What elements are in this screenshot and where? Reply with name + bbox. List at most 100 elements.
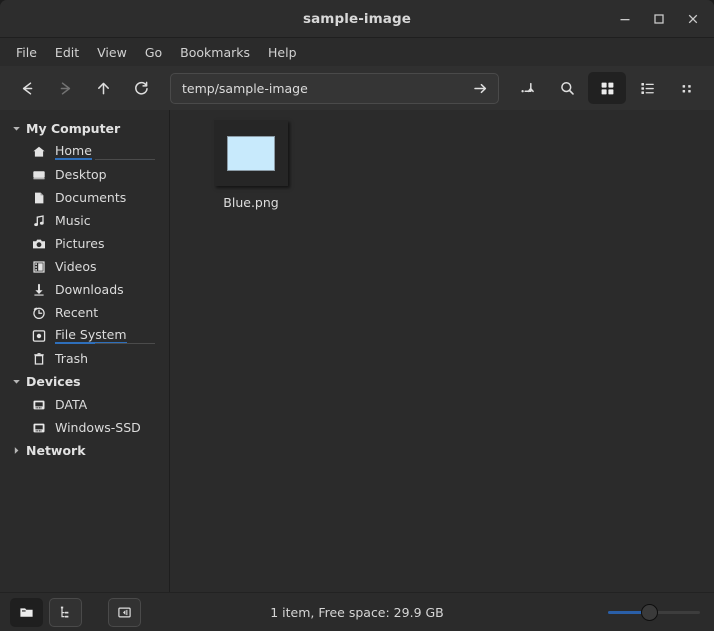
- chevron-down-icon: [8, 123, 24, 134]
- download-arrow-icon: [30, 283, 47, 297]
- drive-icon: [30, 421, 47, 435]
- sidebar-item-label: Desktop: [55, 167, 107, 182]
- path-bar[interactable]: temp/sample-image: [170, 72, 499, 104]
- list-view-button[interactable]: [628, 72, 666, 104]
- sidebar-item-windows-ssd[interactable]: Windows-SSD: [0, 416, 169, 439]
- music-note-icon: [30, 214, 47, 228]
- search-button[interactable]: [548, 72, 586, 104]
- minimize-button[interactable]: [608, 4, 642, 34]
- sidebar-item-desktop[interactable]: Desktop: [0, 163, 169, 186]
- grid-view-icon: [601, 82, 613, 94]
- compact-view-button[interactable]: [668, 72, 706, 104]
- maximize-icon: [654, 14, 664, 24]
- statusbar: 1 item, Free space: 29.9 GB: [0, 592, 714, 631]
- toggle-sidebar-button[interactable]: [108, 597, 141, 627]
- sidebar-item-pictures[interactable]: Pictures: [0, 232, 169, 255]
- sidebar-group-label: Network: [26, 443, 86, 458]
- sidebar-item-music[interactable]: Music: [0, 209, 169, 232]
- sidebar-item-label: DATA: [55, 397, 88, 412]
- maximize-button[interactable]: [642, 4, 676, 34]
- reload-button[interactable]: [122, 72, 160, 104]
- menu-go[interactable]: Go: [136, 42, 171, 63]
- slider-handle[interactable]: [641, 603, 659, 621]
- arrow-right-icon: [473, 83, 486, 93]
- menubar: File Edit View Go Bookmarks Help: [0, 38, 714, 66]
- toolbar-right-group: [508, 72, 706, 104]
- search-icon: [560, 81, 574, 95]
- open-terminal-button[interactable]: [508, 72, 546, 104]
- arrow-right-icon: [60, 81, 70, 95]
- sidebar-item-downloads[interactable]: Downloads: [0, 278, 169, 301]
- sidebar-item-documents[interactable]: Documents: [0, 186, 169, 209]
- file-list-view[interactable]: Blue.png: [170, 110, 714, 592]
- sidebar-group-network[interactable]: Network: [0, 439, 169, 462]
- content-area: My Computer Home Desktop Documents Music…: [0, 110, 714, 592]
- home-icon: [30, 145, 47, 159]
- trash-icon: [30, 352, 47, 366]
- path-input[interactable]: temp/sample-image: [182, 81, 470, 96]
- file-manager-window: sample-image File Edit View Go Bookmarks…: [0, 0, 714, 631]
- tree-view-button[interactable]: [49, 597, 82, 627]
- forward-button[interactable]: [46, 72, 84, 104]
- sidebar-item-data[interactable]: DATA: [0, 393, 169, 416]
- drive-icon: [30, 398, 47, 412]
- window-controls: [608, 0, 710, 38]
- chevron-right-icon: [8, 445, 24, 456]
- compact-view-icon: [682, 84, 691, 92]
- close-icon: [688, 14, 698, 24]
- sidebar-item-label: Pictures: [55, 236, 105, 251]
- sidebar-item-label: Home: [55, 143, 92, 158]
- reload-icon: [134, 81, 148, 94]
- sidebar-item-label: Downloads: [55, 282, 124, 297]
- icon-view-button[interactable]: [588, 72, 626, 104]
- sidebar-item-label: Documents: [55, 190, 127, 205]
- file-name-label: Blue.png: [223, 195, 279, 210]
- sidebar-item-label: File System: [55, 327, 127, 342]
- document-icon: [30, 191, 47, 205]
- menu-bookmarks[interactable]: Bookmarks: [171, 42, 259, 63]
- desktop-icon: [30, 168, 47, 182]
- sidebar-item-file-system[interactable]: File System: [0, 324, 169, 347]
- sidebar-item-label: Music: [55, 213, 91, 228]
- sidebar-toggle-icon: [118, 606, 131, 618]
- menu-edit[interactable]: Edit: [46, 42, 88, 63]
- sidebar-item-label: Recent: [55, 305, 99, 320]
- back-button[interactable]: [8, 72, 46, 104]
- titlebar: sample-image: [0, 0, 714, 38]
- file-thumbnail: [214, 120, 288, 186]
- menu-help[interactable]: Help: [259, 42, 306, 63]
- file-item-blue-png[interactable]: Blue.png: [208, 120, 294, 210]
- sidebar-group-label: My Computer: [26, 121, 121, 136]
- sidebar: My Computer Home Desktop Documents Music…: [0, 110, 170, 592]
- list-view-icon: [640, 82, 654, 94]
- divider: [95, 343, 155, 344]
- sidebar-group-my-computer[interactable]: My Computer: [0, 117, 169, 140]
- chevron-down-icon: [8, 376, 24, 387]
- menu-file[interactable]: File: [7, 42, 46, 63]
- camera-icon: [30, 237, 47, 251]
- divider: [95, 159, 155, 160]
- tree-view-icon: [60, 606, 69, 617]
- folder-icon: [20, 607, 33, 617]
- sidebar-item-recent[interactable]: Recent: [0, 301, 169, 324]
- sidebar-item-videos[interactable]: Videos: [0, 255, 169, 278]
- toolbar: temp/sample-image: [0, 66, 714, 110]
- close-button[interactable]: [676, 4, 710, 34]
- zoom-slider[interactable]: [608, 602, 700, 622]
- window-title: sample-image: [302, 10, 412, 27]
- open-terminal-icon: [520, 82, 534, 92]
- sidebar-item-label: Trash: [55, 351, 89, 366]
- statusbar-left-buttons: [10, 597, 141, 627]
- minimize-icon: [620, 19, 630, 21]
- up-button[interactable]: [84, 72, 122, 104]
- sidebar-item-home[interactable]: Home: [0, 140, 169, 163]
- arrow-up-icon: [97, 82, 109, 94]
- sidebar-group-devices[interactable]: Devices: [0, 370, 169, 393]
- file-system-icon: [30, 329, 47, 343]
- arrow-left-icon: [22, 81, 32, 95]
- path-go-button[interactable]: [470, 78, 490, 98]
- icon-view-button[interactable]: [10, 597, 43, 627]
- sidebar-item-trash[interactable]: Trash: [0, 347, 169, 370]
- menu-view[interactable]: View: [88, 42, 136, 63]
